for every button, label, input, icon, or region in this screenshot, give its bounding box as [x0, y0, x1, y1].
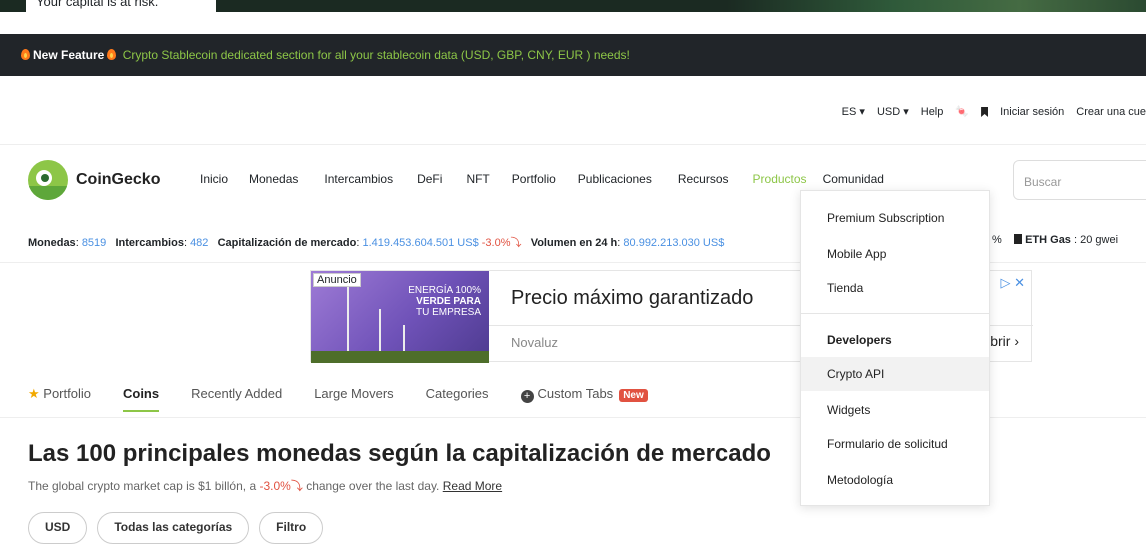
divider [0, 144, 1146, 145]
stats-tail: % ETH Gas : 20 gwei [992, 234, 1119, 246]
tab-label: Portfolio [43, 386, 91, 401]
ad-ground [311, 351, 489, 363]
category-filter[interactable]: Todas las categorías [97, 512, 250, 544]
main-nav: Inicio Monedas Intercambios DeFi NFT Por… [200, 172, 884, 186]
gas-label[interactable]: ETH Gas [1025, 234, 1071, 246]
ad-slogan-line: VERDE PARA [416, 296, 481, 307]
gas-value[interactable]: 20 gwei [1080, 234, 1118, 246]
search-input[interactable]: Buscar [1013, 160, 1146, 200]
risk-text: Your capital is at risk. [36, 0, 159, 9]
coins-label: Monedas [28, 237, 76, 249]
tab-label: Recently Added [191, 386, 283, 401]
star-icon: ★ [28, 386, 40, 401]
banner-message[interactable]: Crypto Stablecoin dedicated section for … [123, 48, 630, 62]
tab-recently-added[interactable]: Recently Added [191, 386, 282, 403]
ad-advertiser[interactable]: Novaluz [511, 335, 558, 350]
mcap-change: -3.0% [481, 237, 511, 249]
productos-dropdown: Premium Subscription Mobile App Tienda D… [800, 190, 990, 506]
nav-defi[interactable]: DeFi [417, 172, 442, 186]
menu-item-premium-subscription[interactable]: Premium Subscription [801, 201, 989, 235]
tab-categories[interactable]: Categories [426, 386, 489, 403]
candy-icon[interactable]: 🍬 [955, 100, 969, 124]
tab-label: Custom Tabs [537, 386, 614, 401]
menu-item-mobile-app[interactable]: Mobile App [801, 237, 989, 271]
language-selector[interactable]: ES ▾ [842, 100, 865, 124]
ad-badge: Anuncio [313, 273, 361, 287]
utility-bar: ES ▾ USD ▾ Help 🍬 Iniciar sesión Crear u… [830, 100, 1146, 124]
menu-item-tienda[interactable]: Tienda [801, 271, 989, 305]
mcap-label: Capitalización de mercado [217, 237, 357, 249]
tab-label: Categories [425, 386, 489, 401]
mcap-value: 1.419.453.604.501 US$ [362, 237, 479, 249]
tab-large-movers[interactable]: Large Movers [314, 386, 393, 403]
turbine-graphic [347, 285, 349, 355]
risk-strip-art [726, 0, 1146, 12]
brand-name: CoinGecko [76, 171, 161, 188]
gas-pump-icon [1014, 234, 1023, 244]
new-feature-label: New Feature [33, 48, 105, 62]
volume-label: Volumen en 24 h [530, 237, 618, 249]
nav-monedas[interactable]: Monedas [249, 172, 298, 186]
coins-value[interactable]: 8519 [82, 237, 106, 249]
tab-label: Large Movers [314, 386, 394, 401]
filter-bar: USD Todas las categorías Filtro [28, 512, 333, 544]
menu-item-metodologia[interactable]: Metodología [801, 463, 989, 497]
ad-title[interactable]: Precio máximo garantizado [511, 287, 753, 310]
tab-portfolio[interactable]: ★ Portfolio [28, 386, 91, 403]
subtitle-change: -3.0% [259, 479, 291, 493]
plus-circle-icon: + [520, 390, 534, 403]
nav-recursos[interactable]: Recursos [678, 172, 729, 186]
risk-warning: Your capital is at risk. [26, 0, 216, 20]
subtitle-text: The global crypto market cap is $1 billó… [28, 479, 257, 493]
feature-banner[interactable]: New Feature Crypto Stablecoin dedicated … [0, 34, 1146, 76]
new-badge: New [619, 389, 648, 402]
tab-custom-tabs[interactable]: + Custom Tabs New [520, 386, 648, 403]
chevron-right-icon: › [1014, 333, 1019, 349]
exchanges-value[interactable]: 482 [190, 237, 208, 249]
currency-selector[interactable]: USD ▾ [877, 100, 909, 124]
read-more-link[interactable]: Read More [443, 479, 502, 493]
exchanges-label: Intercambios [115, 237, 184, 249]
menu-divider [801, 313, 989, 314]
ad-slogan-line: ENERGÍA 100% [408, 285, 481, 296]
down-arrow-icon: ⤵ [290, 479, 303, 493]
volume-value: 80.992.213.030 US$ [623, 237, 725, 249]
nav-productos[interactable]: Productos [753, 172, 807, 186]
fire-icon [21, 49, 30, 60]
page-subtitle: The global crypto market cap is $1 billó… [28, 477, 502, 494]
menu-item-crypto-api[interactable]: Crypto API [801, 357, 989, 391]
ad-close-icon[interactable]: ▷ ✕ [1000, 275, 1025, 291]
fire-icon [107, 49, 117, 60]
gecko-logo-icon [28, 160, 68, 200]
nav-nft[interactable]: NFT [466, 172, 489, 186]
filter-button[interactable]: Filtro [259, 512, 324, 544]
ad-slogan: ENERGÍA 100% VERDE PARA TU EMPRESA [408, 285, 481, 318]
down-arrow-icon: ⤵ [510, 237, 522, 249]
dominance-tail: % [992, 234, 1002, 246]
page-title: Las 100 principales monedas según la cap… [28, 440, 771, 467]
tab-coins[interactable]: Coins [122, 386, 160, 412]
help-link[interactable]: Help [921, 100, 944, 124]
tab-label: Coins [122, 386, 160, 401]
login-link[interactable]: Iniciar sesión [1000, 100, 1064, 124]
global-stats: Monedas: 8519 Intercambios: 482 Capitali… [28, 237, 725, 249]
turbine-graphic [379, 309, 381, 355]
bookmark-icon[interactable] [981, 107, 989, 117]
menu-header-developers: Developers [827, 333, 892, 347]
signup-link[interactable]: Crear una cue [1076, 100, 1146, 124]
nav-publicaciones[interactable]: Publicaciones [578, 172, 652, 186]
nav-portfolio[interactable]: Portfolio [512, 172, 556, 186]
subtitle-text: change over the last day. [306, 479, 440, 493]
ad-image[interactable]: Anuncio ENERGÍA 100% VERDE PARA TU EMPRE… [311, 271, 489, 363]
menu-item-formulario[interactable]: Formulario de solicitud [801, 427, 989, 461]
menu-item-widgets[interactable]: Widgets [801, 393, 989, 427]
nav-inicio[interactable]: Inicio [200, 172, 228, 186]
coin-tabs: ★ Portfolio Coins Recently Added Large M… [28, 386, 680, 412]
nav-intercambios[interactable]: Intercambios [324, 172, 393, 186]
ad-slogan-line: TU EMPRESA [415, 307, 481, 318]
currency-filter[interactable]: USD [28, 512, 88, 544]
nav-comunidad[interactable]: Comunidad [823, 172, 884, 186]
logo[interactable]: CoinGecko [28, 160, 160, 200]
